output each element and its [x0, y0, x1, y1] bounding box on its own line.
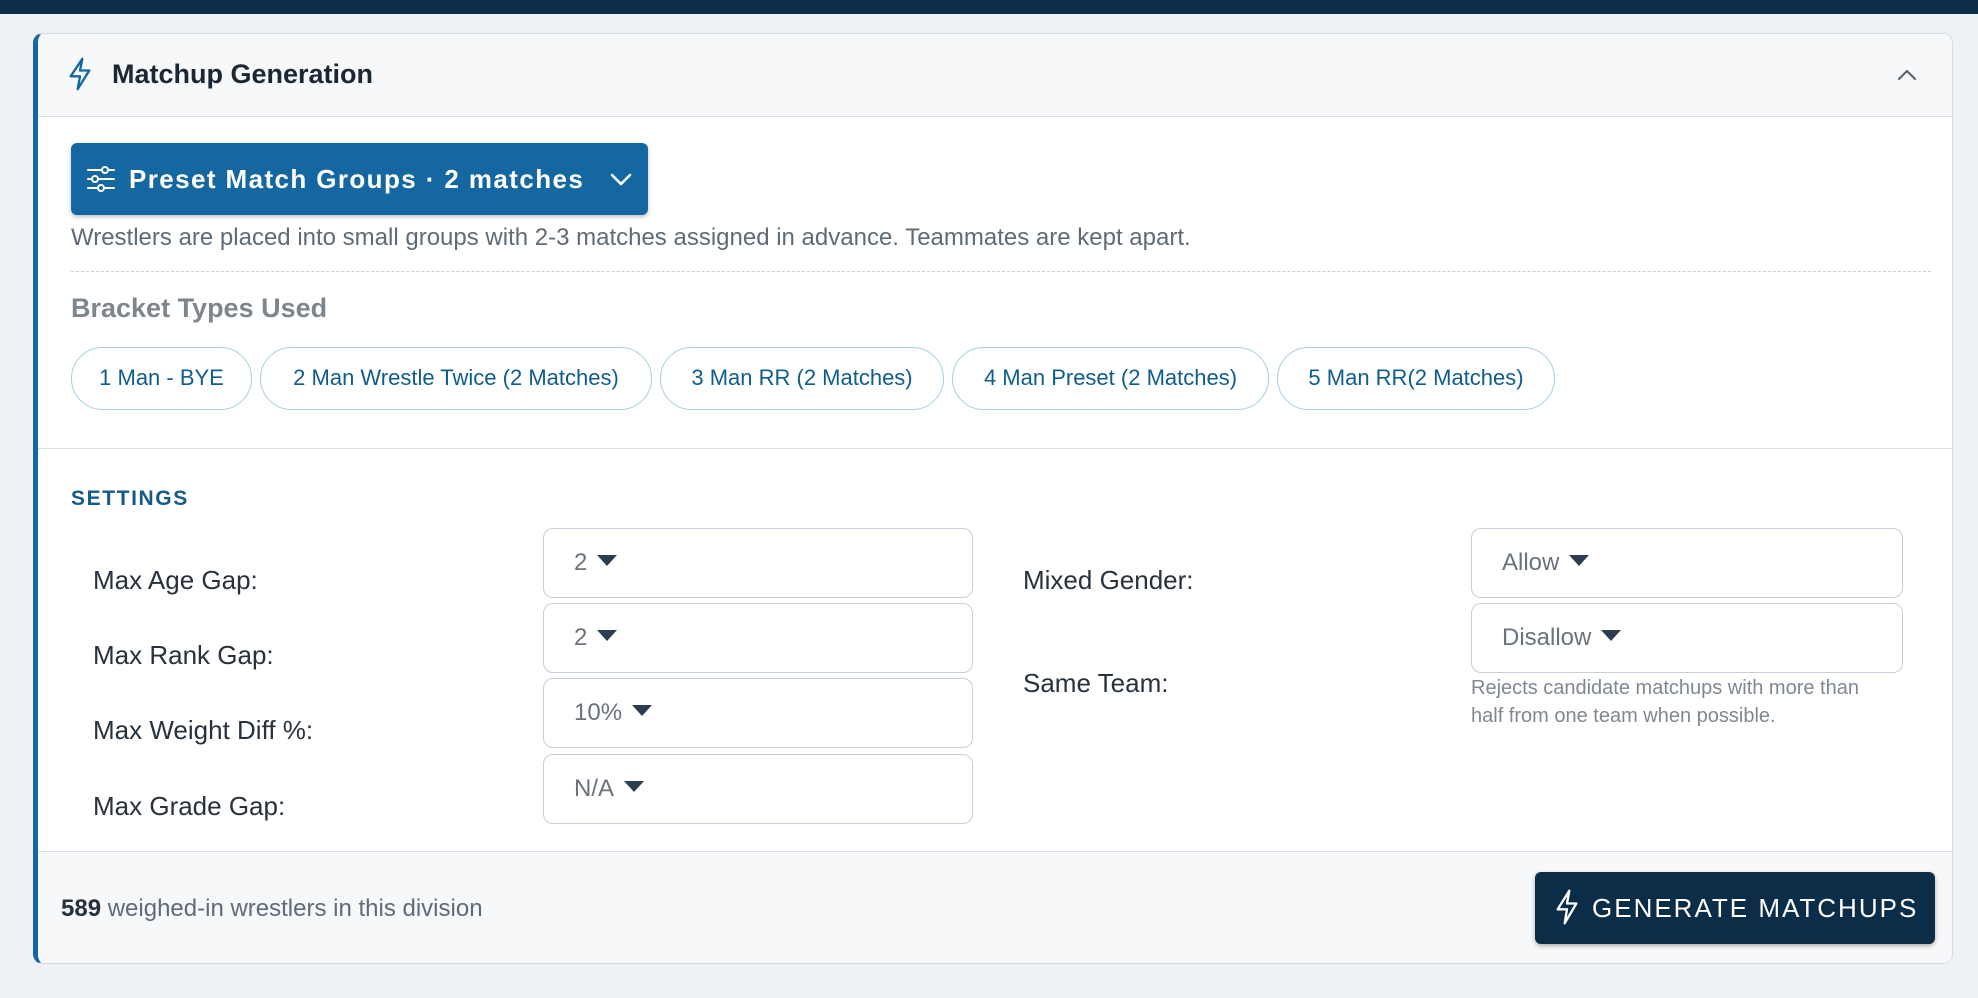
chevron-up-icon[interactable]: [1892, 60, 1922, 90]
panel-header[interactable]: Matchup Generation: [38, 34, 1952, 117]
max-age-gap-select[interactable]: 2: [543, 528, 973, 598]
max-age-gap-value: 2: [574, 549, 588, 576]
bracket-type-pill[interactable]: 3 Man RR (2 Matches): [660, 347, 944, 410]
top-nav-bar: [0, 0, 1978, 14]
max-weight-diff-select[interactable]: 10%: [543, 678, 973, 748]
section-divider: [38, 448, 1952, 449]
caret-down-icon: [624, 781, 645, 793]
preset-match-groups-dropdown[interactable]: Preset Match Groups · 2 matches: [71, 143, 648, 215]
preset-description: Wrestlers are placed into small groups w…: [71, 224, 1191, 251]
same-team-value: Disallow: [1502, 624, 1592, 651]
lightning-bolt-icon: [1556, 889, 1578, 925]
chevron-down-icon: [610, 173, 632, 186]
panel-footer: 589 weighed-in wrestlers in this divisio…: [38, 851, 1952, 963]
mixed-gender-value: Allow: [1502, 549, 1560, 576]
sliders-icon: [87, 166, 115, 192]
bracket-type-pill[interactable]: 4 Man Preset (2 Matches): [952, 347, 1269, 410]
max-rank-gap-label: Max Rank Gap:: [93, 640, 274, 670]
caret-down-icon: [1569, 555, 1590, 567]
max-grade-gap-label: Max Grade Gap:: [93, 791, 286, 821]
max-grade-gap-select[interactable]: N/A: [543, 754, 973, 824]
max-age-gap-label: Max Age Gap:: [93, 565, 258, 595]
generate-matchups-button[interactable]: GENERATE MATCHUPS: [1535, 872, 1935, 944]
mixed-gender-select[interactable]: Allow: [1471, 528, 1903, 598]
caret-down-icon: [1601, 630, 1622, 642]
caret-down-icon: [597, 630, 618, 642]
bracket-types-heading: Bracket Types Used: [71, 293, 328, 323]
lightning-bolt-icon: [69, 57, 91, 91]
same-team-help-text: Rejects candidate matchups with more tha…: [1471, 677, 1859, 727]
max-weight-diff-label: Max Weight Diff %:: [93, 715, 314, 745]
preset-button-label: Preset Match Groups · 2 matches: [129, 164, 585, 194]
settings-heading: SETTINGS: [71, 487, 189, 510]
same-team-select[interactable]: Disallow: [1471, 603, 1903, 673]
wrestler-count: 589: [61, 895, 102, 922]
bracket-type-pill[interactable]: 2 Man Wrestle Twice (2 Matches): [260, 347, 652, 410]
max-grade-gap-value: N/A: [574, 775, 615, 802]
generate-matchups-label: GENERATE MATCHUPS: [1592, 893, 1919, 923]
max-weight-diff-value: 10%: [574, 699, 623, 726]
matchup-generation-panel: Matchup Generation Preset Match Groups ·…: [33, 33, 1953, 964]
caret-down-icon: [632, 705, 653, 717]
bracket-type-pill[interactable]: 1 Man - BYE: [71, 347, 252, 410]
caret-down-icon: [597, 555, 618, 567]
max-rank-gap-select[interactable]: 2: [543, 603, 973, 673]
panel-title: Matchup Generation: [112, 59, 374, 89]
wrestler-count-suffix: weighed-in wrestlers in this division: [101, 895, 483, 922]
wrestler-count-text: 589 weighed-in wrestlers in this divisio…: [61, 892, 483, 926]
dashed-divider: [71, 271, 1931, 272]
max-rank-gap-value: 2: [574, 624, 588, 651]
bracket-type-pill[interactable]: 5 Man RR(2 Matches): [1277, 347, 1555, 410]
same-team-label: Same Team:: [1023, 668, 1169, 698]
mixed-gender-label: Mixed Gender:: [1023, 565, 1194, 595]
